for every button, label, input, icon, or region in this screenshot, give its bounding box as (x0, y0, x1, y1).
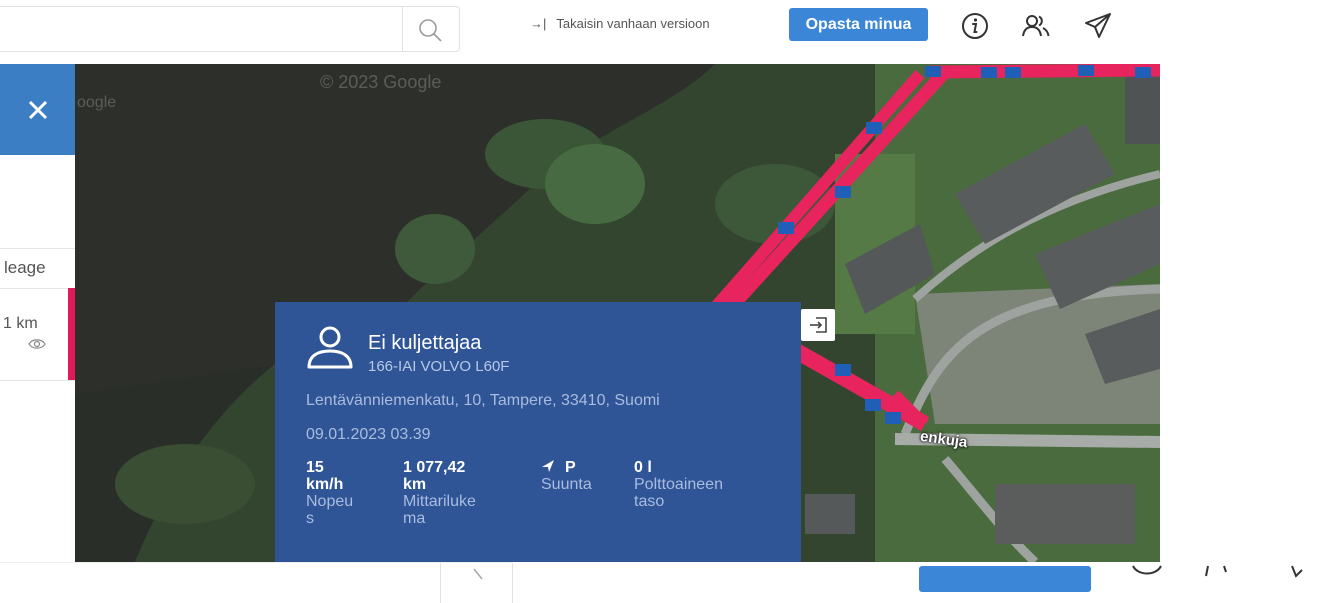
stat-label: Suunta (541, 476, 592, 493)
send-icon[interactable] (1082, 10, 1114, 42)
search-divider (440, 563, 441, 603)
vehicle-address: Lentävänniemenkatu, 10, Tampere, 33410, … (306, 392, 660, 409)
search-icon[interactable] (417, 17, 443, 43)
driver-name: Ei kuljettajaa (368, 332, 482, 354)
exit-button[interactable] (801, 309, 835, 341)
back-link-label: Takaisin vanhaan versioon (556, 16, 710, 31)
guide-me-button[interactable]: Opasta minua (789, 8, 928, 41)
arrow-to-bar-icon: →| (530, 16, 547, 31)
stat-label: Nopeu s (306, 493, 354, 527)
stat-value: 0 l (634, 459, 652, 476)
stat-odometer: 1 077,42 km Mittariluke ma (403, 459, 476, 527)
vehicle-id: 166-IAI VOLVO L60F (368, 358, 510, 375)
stat-value: P (565, 459, 576, 476)
map-attribution: oogle (77, 94, 117, 111)
close-panel-button[interactable] (0, 64, 75, 155)
search-divider (512, 563, 513, 603)
selected-row-marker (68, 288, 75, 380)
stat-direction: P Suunta (541, 459, 592, 493)
exit-icon (810, 317, 827, 333)
mileage-column-header: leage (4, 258, 46, 277)
bottom-search-bar[interactable] (0, 562, 513, 603)
stat-speed: 15 km/h Nopeu s (306, 459, 353, 527)
stat-fuel: 0 l Polttoaineen taso (634, 459, 723, 510)
direction-arrow-icon (542, 460, 554, 472)
send-icon[interactable] (1284, 564, 1306, 580)
close-icon (28, 100, 47, 119)
map-copyright: © 2023 Google (320, 72, 442, 92)
users-icon[interactable] (1200, 564, 1240, 578)
back-to-old-version-link[interactable]: →| Takaisin vanhaan versioon (530, 16, 710, 31)
info-icon[interactable] (959, 10, 991, 42)
stat-label: Mittariluke ma (403, 493, 476, 527)
search-bar[interactable] (0, 6, 460, 53)
left-divider (0, 380, 75, 381)
eye-icon[interactable] (28, 337, 46, 351)
stat-label: Polttoaineen taso (634, 476, 723, 510)
driver-avatar-icon (307, 326, 353, 369)
left-divider (0, 288, 75, 289)
search-input[interactable] (0, 7, 409, 53)
stat-value: 15 km/h (306, 459, 344, 493)
users-icon[interactable] (1020, 10, 1052, 42)
search-icon[interactable] (462, 567, 484, 581)
vehicle-info-popup: Ei kuljettajaa 166-IAI VOLVO L60F Lentäv… (275, 302, 801, 562)
stat-value: 1 077,42 km (403, 459, 466, 493)
guide-me-button-peek[interactable] (919, 566, 1091, 592)
left-divider (0, 248, 75, 249)
info-icon[interactable] (1130, 564, 1164, 578)
search-divider (402, 7, 403, 51)
mileage-cell-value: 1 km (3, 315, 38, 332)
vehicle-timestamp: 09.01.2023 03.39 (306, 426, 431, 443)
